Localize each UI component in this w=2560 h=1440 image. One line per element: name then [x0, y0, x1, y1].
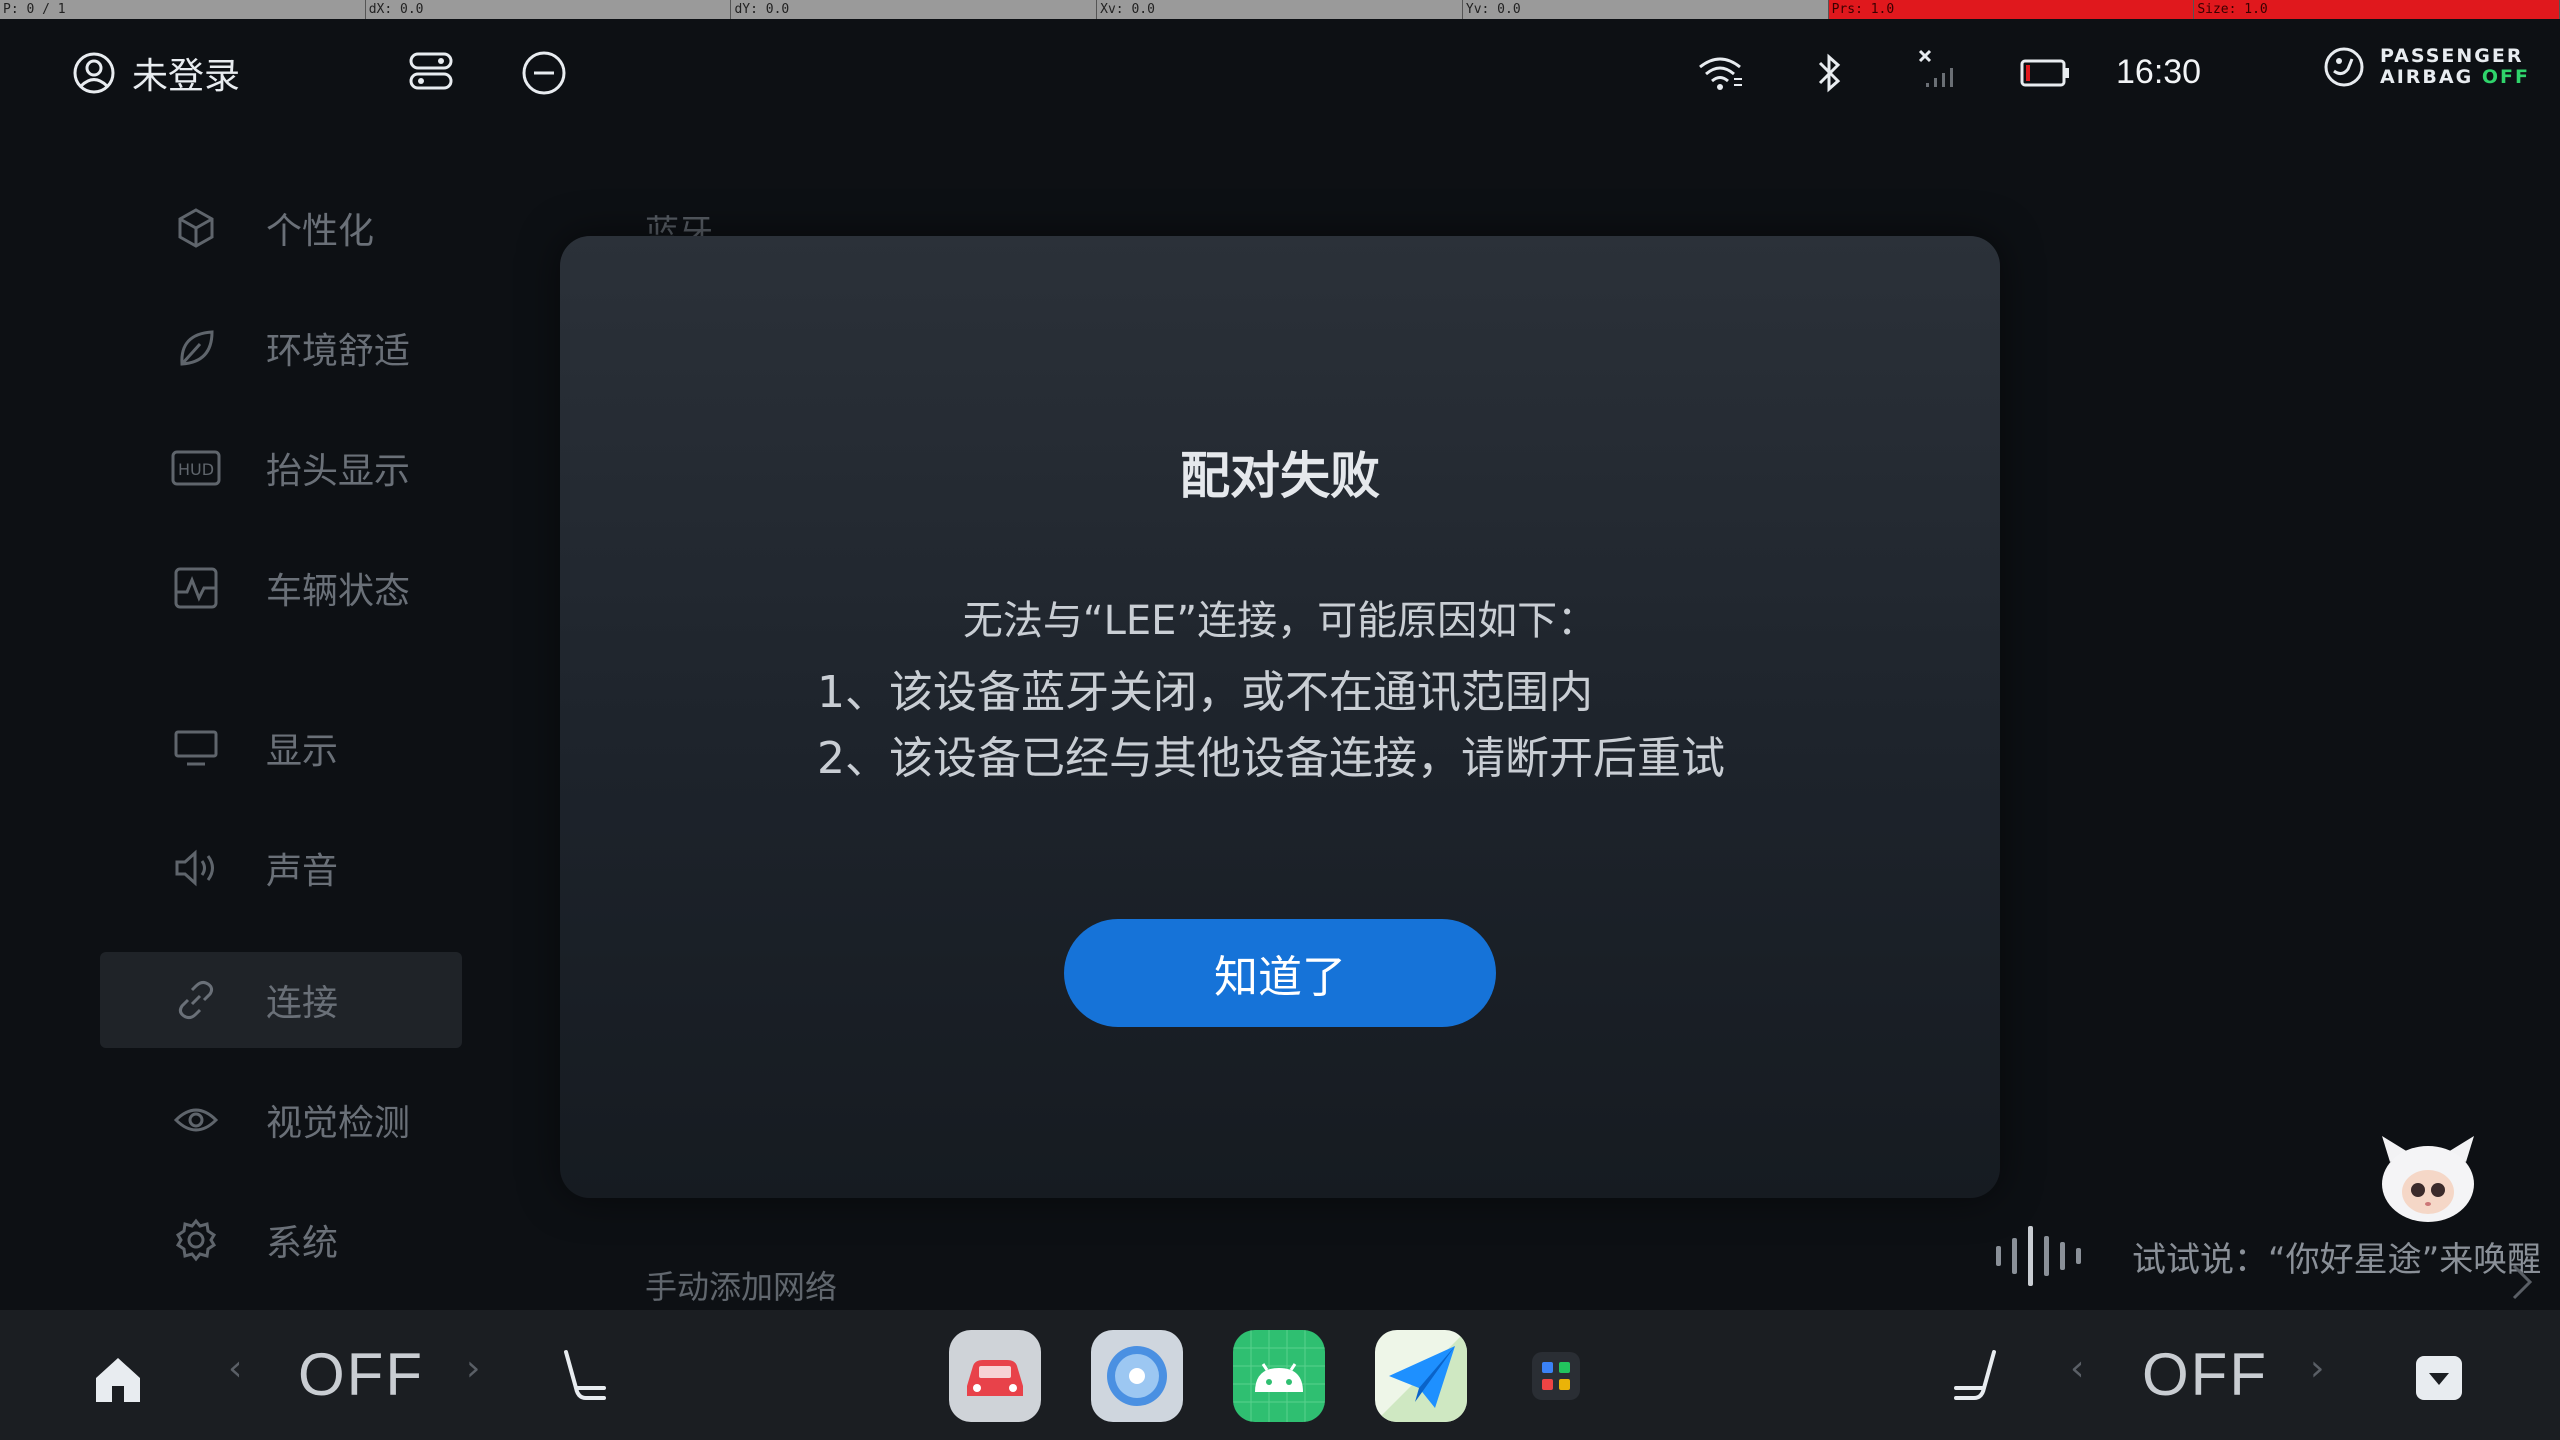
- debug-dx: dX: 0.0: [366, 0, 732, 19]
- monitor-icon: [174, 730, 218, 766]
- sidebar-item-label: 视觉检测: [266, 1103, 411, 1144]
- leaf-icon: [180, 330, 214, 366]
- cube-icon: [178, 208, 214, 248]
- sidebar-item-label: 系统: [266, 1223, 339, 1264]
- voice-assistant-avatar[interactable]: [2372, 1132, 2484, 1228]
- right-temp-increase[interactable]: ›: [2310, 1348, 2324, 1389]
- chevron-right-icon[interactable]: [2510, 1262, 2534, 1302]
- pairing-failed-dialog: 配对失败 无法与“LEE”连接，可能原因如下： 1、该设备蓝牙关闭，或不在通讯范…: [560, 236, 2000, 1198]
- bottom-dock: ‹ OFF › ‹ OFF ›: [0, 1310, 2560, 1440]
- dialog-reason: 1、该设备蓝牙关闭，或不在通讯范围内: [817, 667, 1593, 718]
- sidebar-item-display[interactable]: 显示: [100, 700, 462, 796]
- status-bar: 未登录 16:30 PASSENGER AIRBAG OFF: [0, 19, 2560, 124]
- control-center-icon[interactable]: [408, 51, 454, 91]
- sidebar-item-environment[interactable]: 环境舒适: [100, 300, 462, 396]
- debug-pressure: Prs: 1.0: [1828, 0, 2195, 19]
- eye-icon: [173, 1108, 219, 1132]
- sidebar-item-vision-detection[interactable]: 视觉检测: [100, 1072, 462, 1168]
- right-temp-value: OFF: [2142, 1341, 2268, 1408]
- gear-icon: [175, 1218, 217, 1262]
- airbag-state: OFF: [2481, 66, 2530, 88]
- sidebar-item-label: 环境舒适: [266, 331, 411, 372]
- cellular-no-signal-icon: [1918, 49, 1953, 87]
- link-icon: [178, 980, 214, 1020]
- driver-seat-icon[interactable]: [558, 1348, 610, 1404]
- debug-dy: dY: 0.0: [731, 0, 1098, 19]
- sidebar-item-label: 连接: [266, 983, 339, 1024]
- pointer-debug-bar: P: 0 / 1 dX: 0.0 dY: 0.0 Xv: 0.0 Yv: 0.0…: [0, 0, 2560, 19]
- debug-pointer: P: 0 / 1: [0, 0, 366, 19]
- airbag-line1: PASSENGER: [2380, 45, 2524, 67]
- confirm-button[interactable]: 知道了: [1064, 919, 1496, 1027]
- sidebar-item-system[interactable]: 系统: [100, 1192, 462, 1288]
- sidebar-item-sound[interactable]: 声音: [100, 820, 462, 916]
- message-icon[interactable]: [520, 49, 568, 97]
- dialog-reasons: 1、该设备蓝牙关闭，或不在通讯范围内 2、该设备已经与其他设备连接，请断开后重试: [817, 660, 1725, 792]
- sidebar-item-label: 个性化: [266, 211, 375, 252]
- right-temp-decrease[interactable]: ‹: [2070, 1348, 2084, 1389]
- airbag-line2: AIRBAG: [2380, 66, 2474, 88]
- user-login-label: 未登录: [132, 56, 241, 97]
- dialog-title: 配对失败: [1180, 447, 1380, 505]
- sidebar-item-label: 抬头显示: [266, 451, 411, 492]
- bluetooth-icon[interactable]: [1814, 51, 1844, 95]
- debug-yv: Yv: 0.0: [1463, 0, 1829, 19]
- left-temp-value: OFF: [298, 1341, 424, 1408]
- dropdown-icon[interactable]: [2414, 1354, 2464, 1402]
- car-icon: [967, 1360, 1023, 1396]
- home-icon[interactable]: [92, 1354, 144, 1404]
- app-grid-icon[interactable]: [1530, 1350, 1582, 1402]
- dialog-message: 无法与“LEE”连接，可能原因如下：: [962, 598, 1598, 644]
- svg-text:HUD: HUD: [178, 460, 214, 479]
- left-temp-increase[interactable]: ›: [466, 1348, 480, 1389]
- voice-hint: 试试说：“你好星途”来唤醒: [2132, 1240, 2542, 1280]
- speaker-icon: [175, 849, 214, 887]
- app-navigation[interactable]: [1375, 1330, 1467, 1422]
- debug-xv: Xv: 0.0: [1097, 0, 1463, 19]
- sidebar-item-vehicle-status[interactable]: 车辆状态: [100, 540, 462, 636]
- app-android[interactable]: [1233, 1330, 1325, 1422]
- paper-plane-icon: [1375, 1330, 1467, 1422]
- disc-icon: [1107, 1346, 1167, 1406]
- hud-icon: HUD: [171, 450, 221, 486]
- airbag-icon: [2324, 47, 2364, 87]
- android-icon: [1233, 1330, 1325, 1422]
- passenger-seat-icon[interactable]: [1950, 1348, 2002, 1404]
- vehicle-status-icon: [174, 567, 218, 609]
- clock: 16:30: [2116, 53, 2202, 91]
- sidebar-item-label: 车辆状态: [266, 571, 411, 612]
- debug-size: Size: 1.0: [2194, 0, 2560, 19]
- sidebar-item-connection[interactable]: 连接: [100, 952, 462, 1048]
- voice-wave-icon[interactable]: [1990, 1224, 2090, 1288]
- passenger-airbag-status: PASSENGER AIRBAG OFF: [2322, 45, 2530, 89]
- dialog-reason: 2、该设备已经与其他设备连接，请断开后重试: [817, 733, 1725, 784]
- sidebar-item-label: 声音: [266, 851, 339, 892]
- manual-add-network[interactable]: 手动添加网络: [645, 1262, 837, 1308]
- sidebar-item-hud[interactable]: HUD 抬头显示: [100, 420, 462, 516]
- wifi-icon[interactable]: [1696, 53, 1744, 93]
- left-temp-decrease[interactable]: ‹: [228, 1348, 242, 1389]
- battery-icon: [2020, 59, 2069, 87]
- user-account[interactable]: 未登录: [72, 47, 240, 99]
- app-car-control[interactable]: [949, 1330, 1041, 1422]
- sidebar-item-personalization[interactable]: 个性化: [100, 180, 462, 276]
- sidebar-item-label: 显示: [266, 731, 339, 772]
- app-media[interactable]: [1091, 1330, 1183, 1422]
- user-icon: [73, 52, 115, 94]
